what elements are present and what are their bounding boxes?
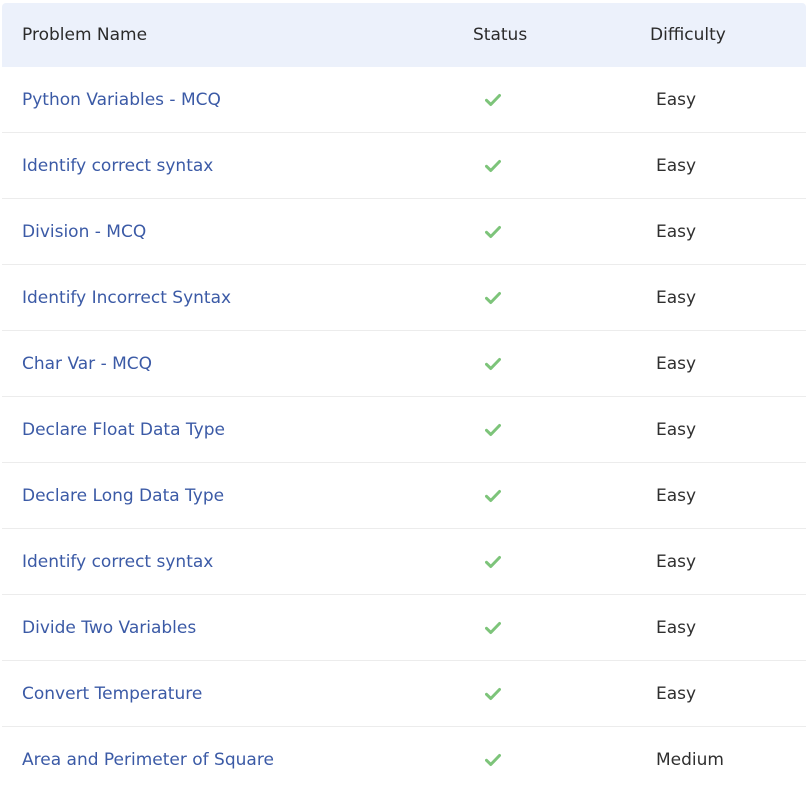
problem-link[interactable]: Division - MCQ — [22, 222, 146, 242]
difficulty-label: Easy — [656, 287, 697, 308]
problems-table: Problem Name Status Difficulty Python Va… — [2, 3, 806, 792]
check-icon — [485, 357, 501, 370]
problem-link[interactable]: Python Variables - MCQ — [22, 90, 221, 110]
check-icon — [485, 291, 501, 304]
difficulty-label: Medium — [656, 749, 724, 770]
difficulty-label: Easy — [656, 485, 697, 506]
check-icon — [485, 621, 501, 634]
problem-link[interactable]: Declare Float Data Type — [22, 420, 225, 440]
problem-link[interactable]: Convert Temperature — [22, 684, 202, 704]
check-icon — [485, 489, 501, 502]
problem-link[interactable]: Char Var - MCQ — [22, 354, 152, 374]
check-icon — [485, 423, 501, 436]
check-icon — [485, 687, 501, 700]
check-icon — [485, 225, 501, 238]
table-row: Area and Perimeter of Square Medium — [2, 727, 806, 792]
problem-link[interactable]: Divide Two Variables — [22, 618, 196, 638]
table-row: Division - MCQ Easy — [2, 199, 806, 265]
table-header: Problem Name Status Difficulty — [2, 3, 806, 67]
problem-link[interactable]: Area and Perimeter of Square — [22, 750, 274, 770]
difficulty-label: Easy — [656, 353, 697, 374]
table-row: Divide Two Variables Easy — [2, 595, 806, 661]
table-row: Convert Temperature Easy — [2, 661, 806, 727]
difficulty-label: Easy — [656, 89, 697, 110]
check-icon — [485, 93, 501, 106]
table-row: Declare Float Data Type Easy — [2, 397, 806, 463]
difficulty-label: Easy — [656, 617, 697, 638]
table-row: Identify Incorrect Syntax Easy — [2, 265, 806, 331]
table-row: Identify correct syntax Easy — [2, 133, 806, 199]
header-problem-name: Problem Name — [22, 25, 148, 45]
table-row: Declare Long Data Type Easy — [2, 463, 806, 529]
check-icon — [485, 555, 501, 568]
table-row: Python Variables - MCQ Easy — [2, 67, 806, 133]
header-difficulty: Difficulty — [650, 25, 726, 45]
problem-link[interactable]: Declare Long Data Type — [22, 486, 224, 506]
difficulty-label: Easy — [656, 155, 697, 176]
difficulty-label: Easy — [656, 551, 697, 572]
check-icon — [485, 159, 501, 172]
problem-link[interactable]: Identify correct syntax — [22, 156, 213, 176]
header-status: Status — [473, 25, 528, 45]
check-icon — [485, 753, 501, 766]
table-row: Char Var - MCQ Easy — [2, 331, 806, 397]
difficulty-label: Easy — [656, 683, 697, 704]
table-row: Identify correct syntax Easy — [2, 529, 806, 595]
problem-link[interactable]: Identify Incorrect Syntax — [22, 288, 231, 308]
difficulty-label: Easy — [656, 419, 697, 440]
difficulty-label: Easy — [656, 221, 697, 242]
problem-link[interactable]: Identify correct syntax — [22, 552, 213, 572]
